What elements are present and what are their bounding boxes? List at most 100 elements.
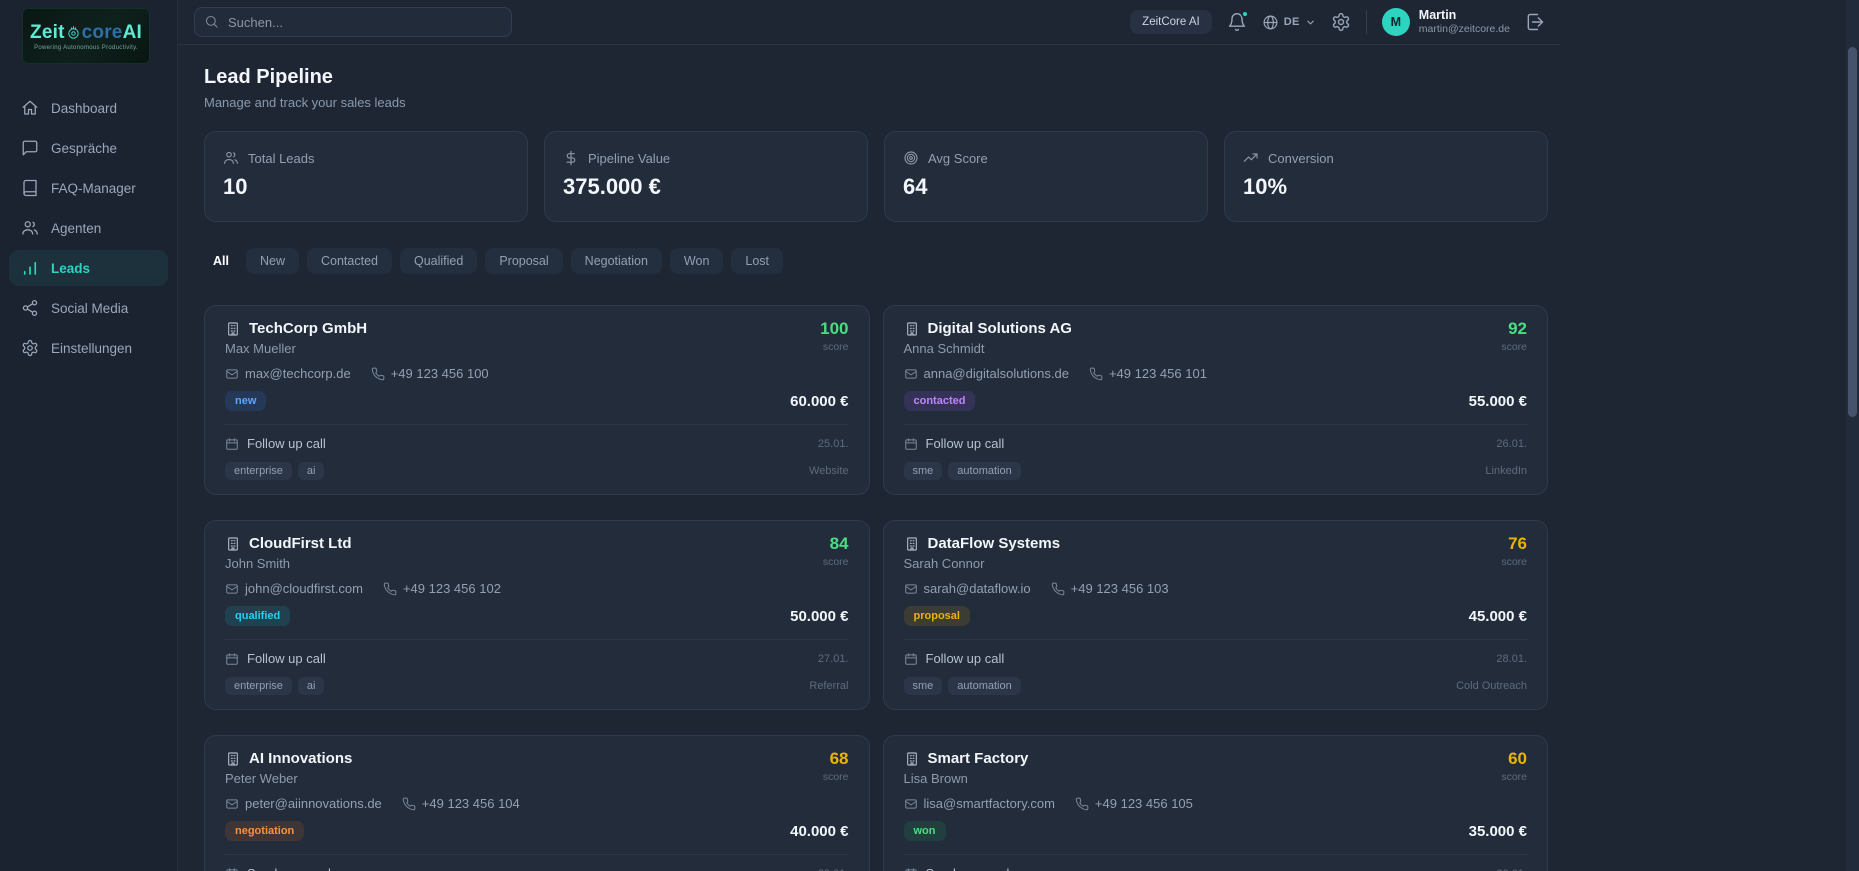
stat-label: Total Leads xyxy=(248,151,315,166)
filter-chip-lost[interactable]: Lost xyxy=(731,248,783,274)
logout-button[interactable] xyxy=(1525,12,1545,32)
lead-next-date: 25.01. xyxy=(818,438,849,450)
stat-value: 10 xyxy=(223,174,509,200)
share-icon xyxy=(21,299,39,317)
lead-next-action: Follow up call xyxy=(904,436,1005,451)
lead-card-dataflow-systems[interactable]: DataFlow Systems Sarah Connor 76 score s… xyxy=(883,520,1549,710)
lead-email: anna@digitalsolutions.de xyxy=(904,366,1069,381)
lead-score-value: 100 xyxy=(820,320,848,339)
lead-card-header: CloudFirst Ltd John Smith 84 score xyxy=(225,535,849,571)
sidebar-item-label: Gespräche xyxy=(51,141,117,156)
scrollbar-thumb[interactable] xyxy=(1848,47,1857,417)
page-scrollbar[interactable] xyxy=(1846,0,1859,871)
mail-icon xyxy=(225,582,239,596)
stat-card-total-leads: Total Leads 10 xyxy=(204,131,528,222)
filter-chip-qualified[interactable]: Qualified xyxy=(400,248,477,274)
lead-card-techcorp-gmbh[interactable]: TechCorp GmbH Max Mueller 100 score max@… xyxy=(204,305,870,495)
phone-icon xyxy=(1075,797,1089,811)
lead-contact-name: Anna Schmidt xyxy=(904,341,1072,356)
filter-chip-new[interactable]: New xyxy=(246,248,299,274)
lead-card-footer: Send proposal 30.01. xyxy=(904,854,1528,871)
calendar-icon xyxy=(225,437,239,451)
lead-score-block: 92 score xyxy=(1501,320,1527,353)
lead-contact-details: peter@aiinnovations.de +49 123 456 104 xyxy=(225,796,849,811)
lead-card-smart-factory[interactable]: Smart Factory Lisa Brown 60 score lisa@s… xyxy=(883,735,1549,871)
lead-company-name: TechCorp GmbH xyxy=(249,320,367,337)
lead-next-date: 26.01. xyxy=(1496,438,1527,450)
sidebar-item-einstellungen[interactable]: Einstellungen xyxy=(9,330,168,366)
logout-icon xyxy=(1525,12,1545,32)
settings-button[interactable] xyxy=(1331,12,1351,32)
filter-chip-contacted[interactable]: Contacted xyxy=(307,248,392,274)
language-code: DE xyxy=(1284,16,1300,28)
top-bar: ZeitCore AI DE M Martin xyxy=(178,0,1560,45)
lead-email-text: anna@digitalsolutions.de xyxy=(924,366,1069,381)
lead-source: Referral xyxy=(809,680,848,692)
lead-tag-sme: sme xyxy=(904,677,943,695)
lead-card-footer: Follow up call 26.01. smeautomation Link… xyxy=(904,424,1528,481)
logo-core-text: core xyxy=(82,22,123,44)
lead-status-badge: negotiation xyxy=(225,821,304,841)
lead-email: peter@aiinnovations.de xyxy=(225,796,382,811)
sidebar-item-leads[interactable]: Leads xyxy=(9,250,168,286)
lead-tags: smeautomation xyxy=(904,677,1021,695)
lead-next-action-row: Send proposal 30.01. xyxy=(904,866,1528,871)
filter-chip-won[interactable]: Won xyxy=(670,248,723,274)
lead-identity: DataFlow Systems Sarah Connor xyxy=(904,535,1061,571)
sidebar-item-social-media[interactable]: Social Media xyxy=(9,290,168,326)
user-menu[interactable]: M Martin martin@zeitcore.de xyxy=(1382,8,1510,36)
lead-card-digital-solutions-ag[interactable]: Digital Solutions AG Anna Schmidt 92 sco… xyxy=(883,305,1549,495)
building-icon xyxy=(225,751,241,767)
search-input[interactable] xyxy=(194,7,512,37)
brand-badge[interactable]: ZeitCore AI xyxy=(1130,10,1212,34)
globe-icon xyxy=(1262,14,1279,31)
user-email: martin@zeitcore.de xyxy=(1419,23,1510,36)
users-icon xyxy=(223,150,239,166)
building-icon xyxy=(225,321,241,337)
filter-chip-all[interactable]: All xyxy=(204,248,238,274)
phone-icon xyxy=(1089,367,1103,381)
lead-contact-details: anna@digitalsolutions.de +49 123 456 101 xyxy=(904,366,1528,381)
stat-value: 64 xyxy=(903,174,1189,200)
leads-grid: TechCorp GmbH Max Mueller 100 score max@… xyxy=(204,305,1548,871)
target-icon xyxy=(903,150,919,166)
search-box xyxy=(194,7,512,37)
sidebar-item-dashboard[interactable]: Dashboard xyxy=(9,90,168,126)
lead-deal-value: 55.000 € xyxy=(1469,393,1527,410)
book-icon xyxy=(21,179,39,197)
sidebar-item-agenten[interactable]: Agenten xyxy=(9,210,168,246)
lead-contact-details: john@cloudfirst.com +49 123 456 102 xyxy=(225,581,849,596)
lead-card-ai-innovations[interactable]: AI Innovations Peter Weber 68 score pete… xyxy=(204,735,870,871)
lead-score-value: 68 xyxy=(823,750,849,769)
stat-card-header: Total Leads xyxy=(223,150,509,166)
phone-icon xyxy=(402,797,416,811)
sidebar-item-faq-manager[interactable]: FAQ-Manager xyxy=(9,170,168,206)
sidebar-item-gespraeche[interactable]: Gespräche xyxy=(9,130,168,166)
filter-chip-proposal[interactable]: Proposal xyxy=(485,248,562,274)
lead-score-caption: score xyxy=(820,341,848,353)
lead-phone-text: +49 123 456 104 xyxy=(422,796,520,811)
lead-phone: +49 123 456 101 xyxy=(1089,366,1207,381)
lead-identity: CloudFirst Ltd John Smith xyxy=(225,535,351,571)
lead-tag-automation: automation xyxy=(948,462,1020,480)
lead-phone-text: +49 123 456 100 xyxy=(391,366,489,381)
building-icon xyxy=(225,536,241,552)
lead-next-action-text: Follow up call xyxy=(926,651,1005,666)
filter-chip-negotiation[interactable]: Negotiation xyxy=(571,248,662,274)
sidebar-nav: Dashboard Gespräche FAQ-Manager Agenten … xyxy=(0,90,177,366)
lead-card-cloudfirst-ltd[interactable]: CloudFirst Ltd John Smith 84 score john@… xyxy=(204,520,870,710)
language-selector[interactable]: DE xyxy=(1262,14,1316,31)
lead-email-text: sarah@dataflow.io xyxy=(924,581,1031,596)
lead-company-row: CloudFirst Ltd xyxy=(225,535,351,552)
brand-logo[interactable]: ZeitcoreAI Powering Autonomous Productiv… xyxy=(22,8,150,64)
phone-icon xyxy=(1051,582,1065,596)
lead-company-name: Digital Solutions AG xyxy=(928,320,1072,337)
notifications-button[interactable] xyxy=(1227,12,1247,32)
lead-company-row: TechCorp GmbH xyxy=(225,320,367,337)
main-column: ZeitCore AI DE M Martin xyxy=(178,0,1560,871)
mail-icon xyxy=(904,797,918,811)
lead-tags-row: smeautomation LinkedIn xyxy=(904,461,1528,481)
lead-next-date: 30.01. xyxy=(1496,868,1527,871)
lead-score-value: 60 xyxy=(1501,750,1527,769)
lead-contact-name: John Smith xyxy=(225,556,351,571)
